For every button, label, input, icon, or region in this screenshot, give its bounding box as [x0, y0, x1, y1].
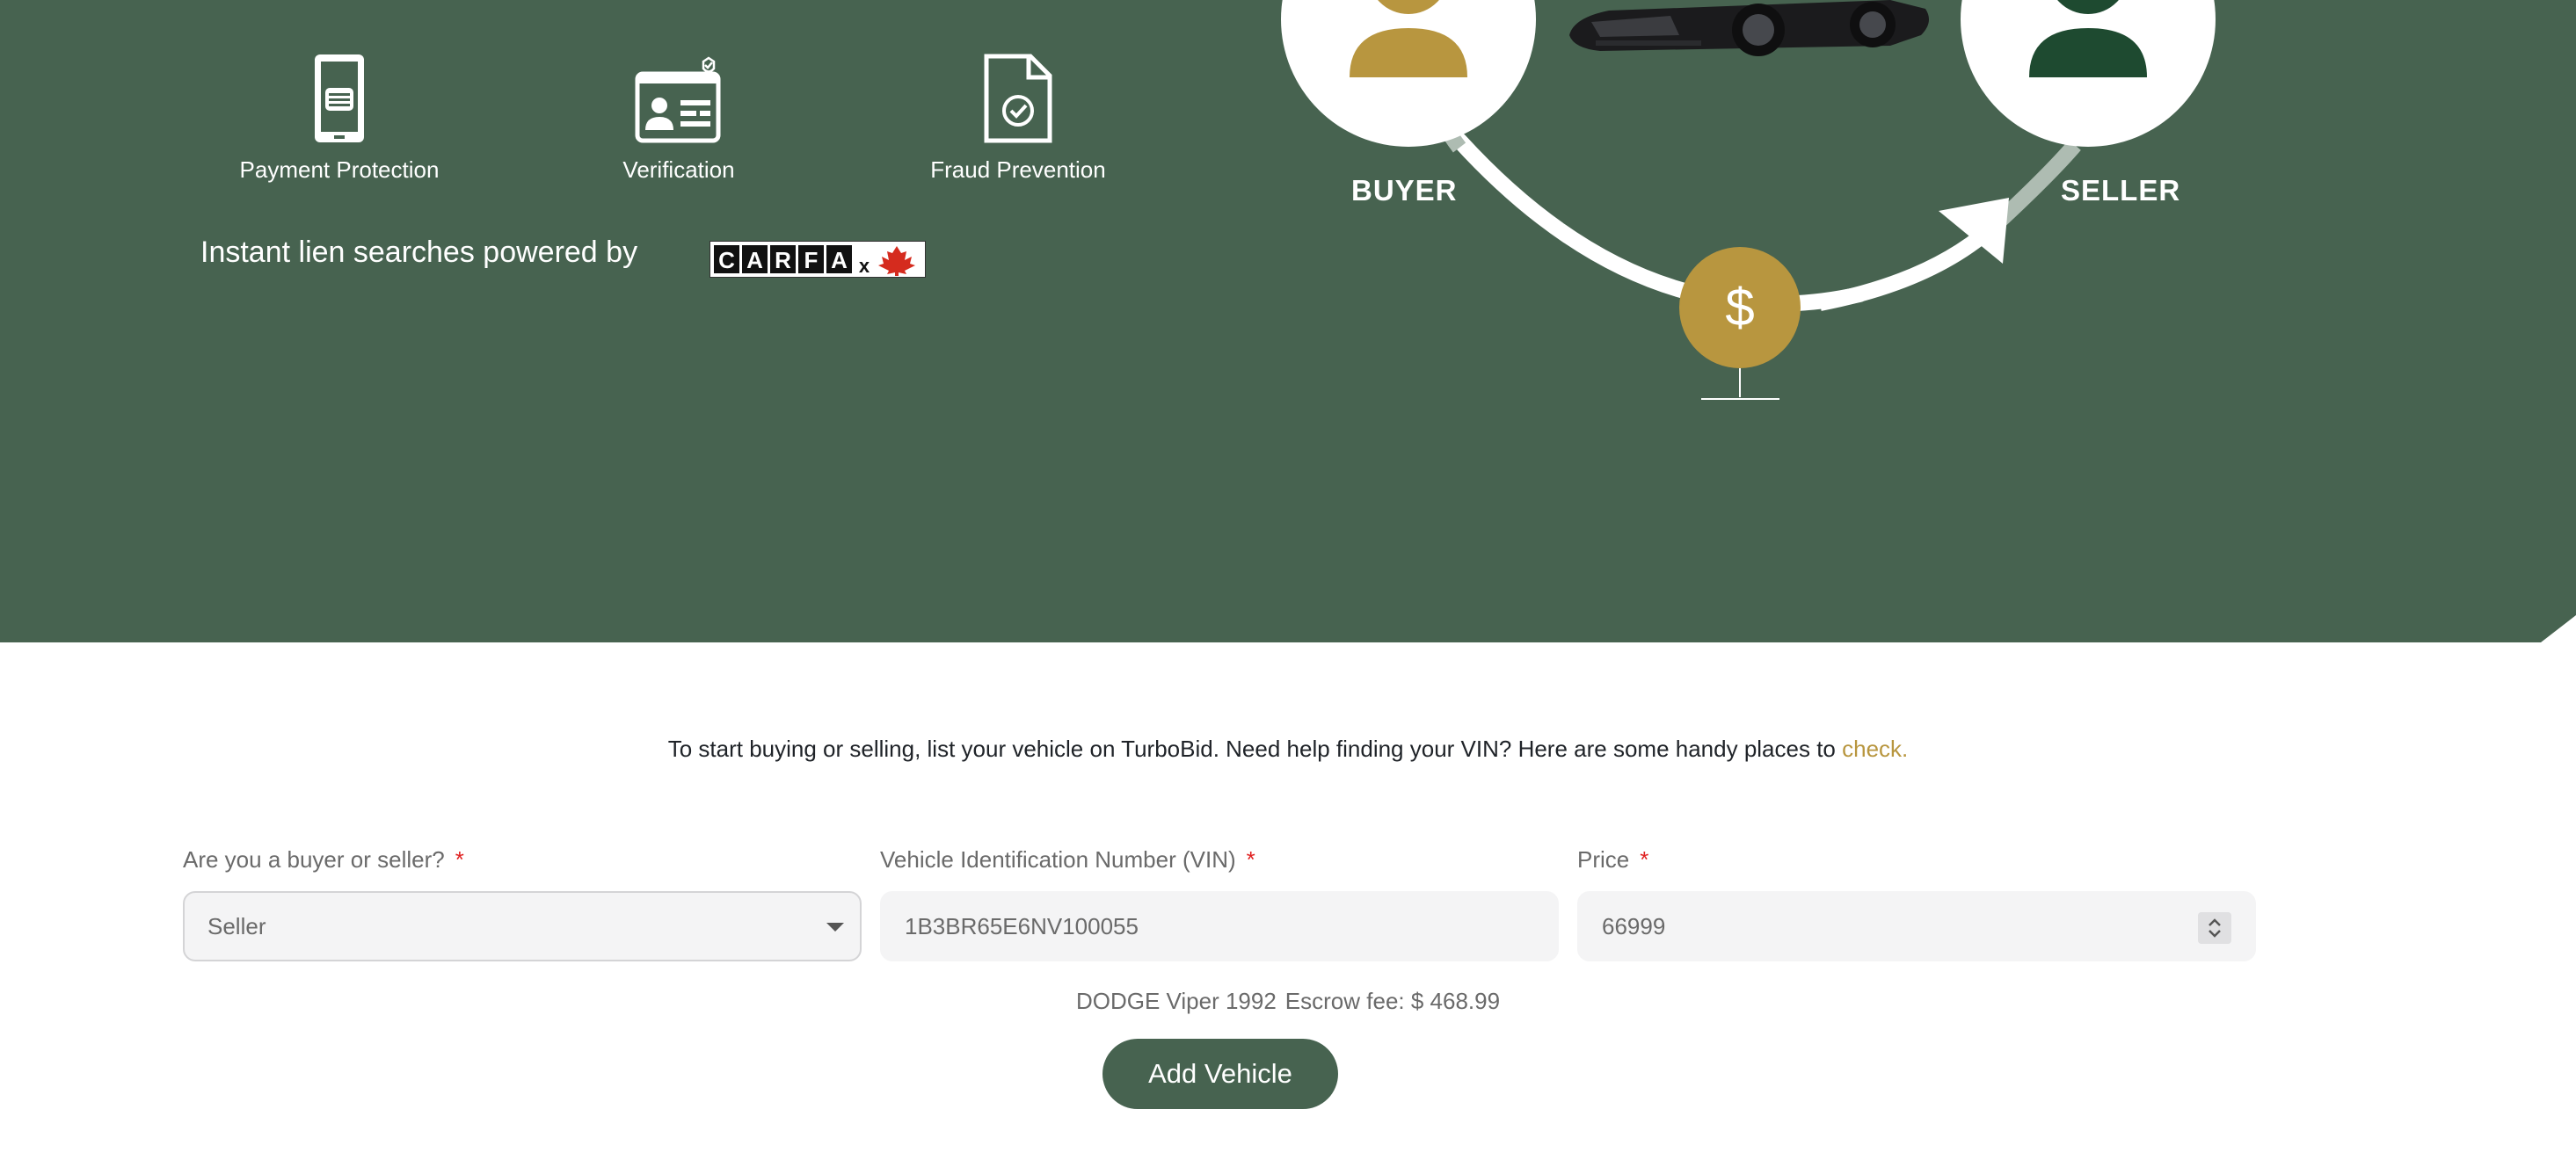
- escrow-fee: Escrow fee: $ 468.99: [1284, 988, 1501, 1014]
- required-mark: *: [1640, 846, 1649, 873]
- vin-label: Vehicle Identification Number (VIN) *: [880, 846, 1255, 874]
- hero-corner-notch: [2541, 615, 2576, 642]
- role-label: Are you a buyer or seller? *: [183, 846, 464, 874]
- svg-text:C: C: [718, 247, 735, 273]
- svg-text:A: A: [746, 247, 763, 273]
- add-vehicle-form: To start buying or selling, list your ve…: [0, 642, 2576, 1153]
- svg-text:$: $: [1725, 278, 1754, 337]
- price-input[interactable]: 66999: [1577, 891, 2256, 961]
- feature-label: Payment Protection: [239, 156, 440, 183]
- vin-value: 1B3BR65E6NV100055: [905, 913, 1139, 939]
- seller-label: SELLER: [2061, 174, 2181, 207]
- vehicle-summary: DODGE Viper 1992 Escrow fee: $ 468.99: [0, 988, 2576, 1015]
- intro-text-body: To start buying or selling, list your ve…: [667, 736, 1836, 762]
- svg-text:R: R: [775, 247, 791, 273]
- vin-label-text: Vehicle Identification Number (VIN): [880, 846, 1236, 873]
- add-vehicle-button[interactable]: Add Vehicle: [1102, 1039, 1338, 1109]
- seller-avatar: [1961, 0, 2216, 147]
- dollar-coin-icon: $: [1679, 247, 1801, 400]
- required-mark: *: [1246, 846, 1255, 873]
- price-label: Price *: [1577, 846, 1648, 874]
- vin-input[interactable]: 1B3BR65E6NV100055: [880, 891, 1559, 961]
- feature-verification: Verification: [547, 53, 811, 184]
- intro-text: To start buying or selling, list your ve…: [0, 736, 2576, 763]
- chevron-down-icon: [826, 923, 844, 932]
- lien-search-text: Instant lien searches powered by: [200, 236, 638, 269]
- buyer-label: BUYER: [1351, 174, 1458, 207]
- role-label-text: Are you a buyer or seller?: [183, 846, 445, 873]
- svg-text:A: A: [831, 247, 848, 273]
- vehicle-description: DODGE Viper 1992: [1075, 988, 1277, 1014]
- price-label-text: Price: [1577, 846, 1630, 873]
- id-card-icon: [635, 56, 721, 143]
- feature-fraud-prevention: Fraud Prevention: [886, 53, 1150, 184]
- price-value: 66999: [1602, 913, 1666, 939]
- hero-section: Payment Protection Verification Fraud Pr…: [0, 0, 2576, 642]
- phone-card-icon: [315, 54, 364, 142]
- buyer-seller-value: Seller: [207, 913, 266, 939]
- document-check-icon: [984, 54, 1052, 143]
- carfax-logo: C A R F A x: [709, 241, 926, 278]
- buyer-avatar: [1281, 0, 1536, 147]
- car-image: [1569, 0, 1929, 56]
- feature-payment-protection: Payment Protection: [207, 53, 471, 184]
- svg-text:F: F: [804, 247, 819, 273]
- check-link[interactable]: check.: [1842, 736, 1908, 762]
- feature-label: Verification: [622, 156, 735, 183]
- feature-label: Fraud Prevention: [930, 156, 1106, 183]
- number-spinner-icon[interactable]: [2198, 912, 2231, 944]
- svg-text:x: x: [859, 255, 870, 277]
- required-mark: *: [455, 846, 464, 873]
- buyer-seller-select[interactable]: Seller: [183, 891, 862, 961]
